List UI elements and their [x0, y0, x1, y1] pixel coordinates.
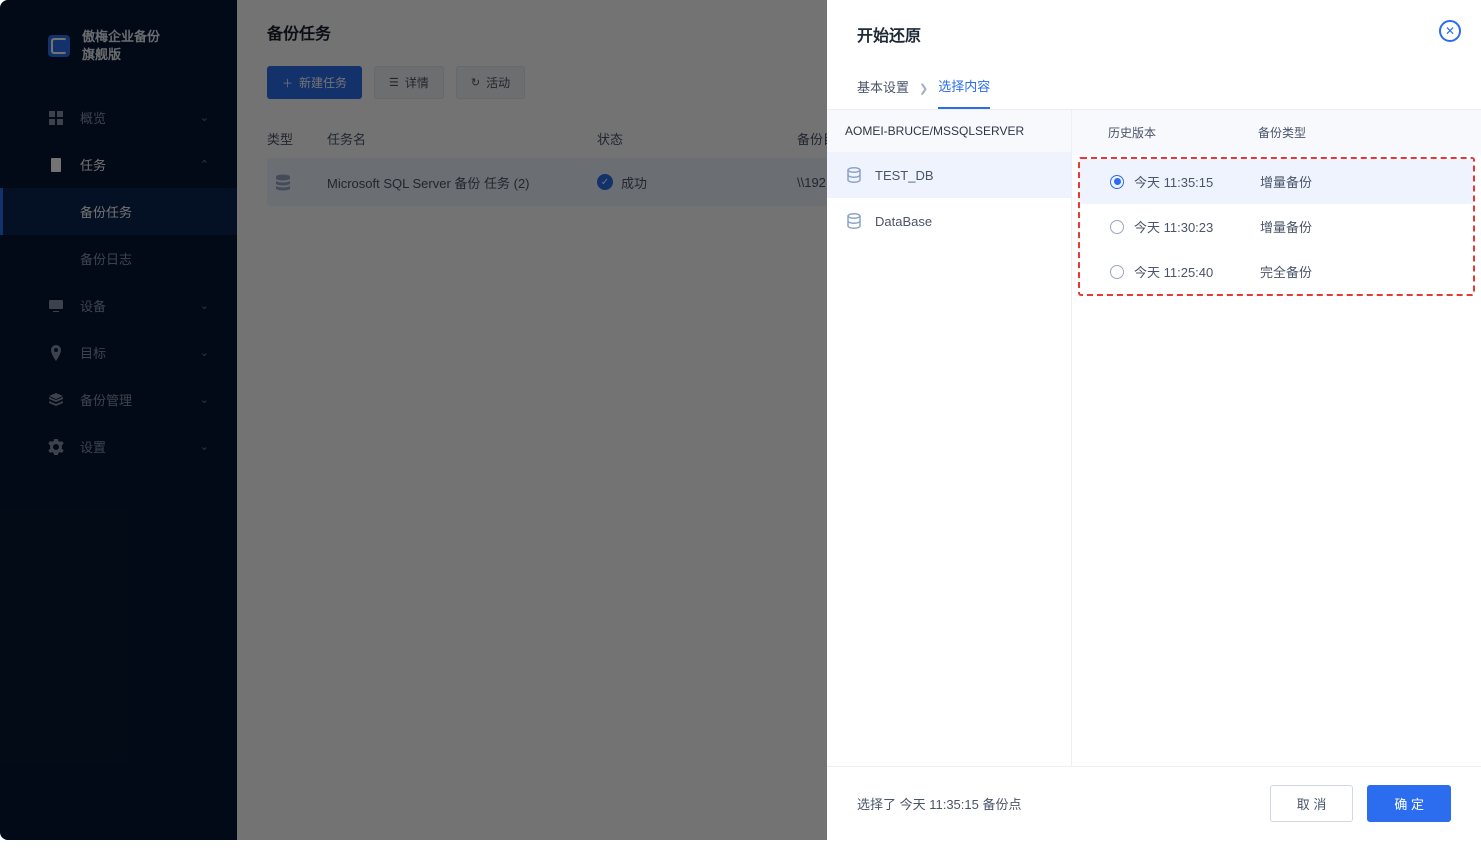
col-type: 备份类型 — [1258, 124, 1445, 141]
row-name: Microsoft SQL Server 备份 任务 (2) — [327, 173, 597, 192]
monitor-icon — [48, 298, 64, 314]
layers-icon — [48, 392, 64, 408]
clipboard-icon — [48, 157, 64, 173]
nav-sub-backup-log-label: 备份日志 — [80, 252, 132, 267]
radio-icon — [1110, 220, 1124, 234]
location-icon — [48, 345, 64, 361]
brand-text: 傲梅企业备份 旗舰版 — [82, 28, 160, 64]
plus-icon: ＋ — [282, 75, 293, 91]
radio-icon — [1110, 175, 1124, 189]
version-header: 历史版本 备份类型 — [1072, 110, 1481, 155]
version-column: 历史版本 备份类型 今天 11:35:15 增量备份 今天 11:30:23 — [1072, 110, 1481, 766]
db-item-testdb[interactable]: TEST_DB — [827, 152, 1071, 198]
detail-button[interactable]: ☰ 详情 — [374, 66, 444, 99]
new-task-label: 新建任务 — [299, 74, 347, 91]
db-item-database[interactable]: DataBase — [827, 198, 1071, 244]
tab-content-label: 选择内容 — [938, 79, 990, 94]
cancel-button[interactable]: 取 消 — [1270, 785, 1354, 822]
database-column: AOMEI-BRUCE/MSSQLSERVER TEST_DB DataBase — [827, 110, 1072, 766]
panel-body: AOMEI-BRUCE/MSSQLSERVER TEST_DB DataBase… — [827, 110, 1481, 766]
nav-backup-mgmt-label: 备份管理 — [80, 390, 132, 409]
nav-settings[interactable]: 设置 ⌄ — [0, 423, 237, 470]
database-icon — [845, 212, 863, 230]
dashboard-icon — [48, 110, 64, 126]
version-type: 增量备份 — [1260, 172, 1443, 191]
th-status: 状态 — [597, 129, 797, 148]
refresh-icon: ↻ — [471, 76, 480, 89]
db-path: AOMEI-BRUCE/MSSQLSERVER — [827, 110, 1071, 152]
version-row[interactable]: 今天 11:30:23 增量备份 — [1080, 204, 1473, 249]
chevron-down-icon: ⌄ — [200, 393, 209, 406]
new-task-button[interactable]: ＋ 新建任务 — [267, 66, 362, 99]
nav-devices[interactable]: 设备 ⌄ — [0, 282, 237, 329]
nav-sub-backup-task[interactable]: 备份任务 — [0, 188, 237, 235]
th-name: 任务名 — [327, 129, 597, 148]
nav-targets-label: 目标 — [80, 343, 106, 362]
nav-sub-backup-log[interactable]: 备份日志 — [0, 235, 237, 282]
nav-tasks[interactable]: 任务 ⌃ — [0, 141, 237, 188]
brand-logo-icon — [48, 35, 70, 57]
nav-overview-label: 概览 — [80, 108, 106, 127]
ok-button[interactable]: 确 定 — [1367, 785, 1451, 822]
chevron-down-icon: ⌄ — [200, 346, 209, 359]
version-type: 增量备份 — [1260, 217, 1443, 236]
version-time: 今天 11:30:23 — [1134, 217, 1213, 236]
db-item-label: TEST_DB — [875, 168, 934, 183]
version-row[interactable]: 今天 11:35:15 增量备份 — [1080, 159, 1473, 204]
sqlserver-icon — [267, 172, 327, 192]
activity-button[interactable]: ↻ 活动 — [456, 66, 525, 99]
nav-targets[interactable]: 目标 ⌄ — [0, 329, 237, 376]
chevron-down-icon: ⌄ — [200, 299, 209, 312]
panel-title: 开始还原 — [857, 22, 1451, 46]
detail-label: 详情 — [405, 74, 429, 91]
nav-devices-label: 设备 — [80, 296, 106, 315]
th-type: 类型 — [267, 129, 327, 148]
cancel-label: 取 消 — [1297, 797, 1327, 812]
footer-text: 选择了 今天 11:35:15 备份点 — [857, 794, 1021, 813]
db-item-label: DataBase — [875, 214, 932, 229]
col-version: 历史版本 — [1108, 124, 1258, 141]
version-row[interactable]: 今天 11:25:40 完全备份 — [1080, 249, 1473, 294]
check-icon: ✓ — [597, 174, 613, 190]
nav-sub-backup-task-label: 备份任务 — [80, 205, 132, 220]
version-time: 今天 11:35:15 — [1134, 172, 1213, 191]
brand-line1: 傲梅企业备份 — [82, 28, 160, 46]
chevron-down-icon: ⌄ — [200, 440, 209, 453]
row-status: ✓ 成功 — [597, 173, 797, 192]
version-list-highlight: 今天 11:35:15 增量备份 今天 11:30:23 增量备份 今天 11:… — [1078, 157, 1475, 296]
panel-footer: 选择了 今天 11:35:15 备份点 取 消 确 定 — [827, 766, 1481, 840]
close-button[interactable]: ✕ — [1439, 20, 1461, 42]
tab-content[interactable]: 选择内容 — [938, 68, 990, 109]
brand-line2: 旗舰版 — [82, 46, 160, 64]
gear-icon — [48, 439, 64, 455]
chevron-down-icon: ⌄ — [200, 111, 209, 124]
version-type: 完全备份 — [1260, 262, 1443, 281]
nav-settings-label: 设置 — [80, 437, 106, 456]
radio-icon — [1110, 265, 1124, 279]
panel-tabs: 基本设置 ❯ 选择内容 — [827, 56, 1481, 110]
nav-tasks-label: 任务 — [80, 155, 106, 174]
activity-label: 活动 — [486, 74, 510, 91]
close-icon: ✕ — [1445, 24, 1455, 38]
restore-panel: 开始还原 ✕ 基本设置 ❯ 选择内容 AOMEI-BRUCE/MSSQLSERV… — [827, 0, 1481, 840]
panel-header: 开始还原 ✕ — [827, 0, 1481, 56]
row-status-text: 成功 — [621, 173, 647, 192]
database-icon — [845, 166, 863, 184]
chevron-right-icon: ❯ — [919, 82, 928, 95]
sidebar: 傲梅企业备份 旗舰版 概览 ⌄ 任务 ⌃ 备份任务 备份日志 设备 ⌄ 目标 ⌄… — [0, 0, 237, 840]
tab-basic-label: 基本设置 — [857, 80, 909, 95]
list-icon: ☰ — [389, 76, 399, 89]
tab-basic[interactable]: 基本设置 — [857, 69, 909, 108]
ok-label: 确 定 — [1394, 797, 1424, 812]
nav-backup-mgmt[interactable]: 备份管理 ⌄ — [0, 376, 237, 423]
chevron-up-icon: ⌃ — [200, 158, 209, 171]
nav-overview[interactable]: 概览 ⌄ — [0, 94, 237, 141]
version-time: 今天 11:25:40 — [1134, 262, 1213, 281]
brand: 傲梅企业备份 旗舰版 — [0, 28, 237, 94]
